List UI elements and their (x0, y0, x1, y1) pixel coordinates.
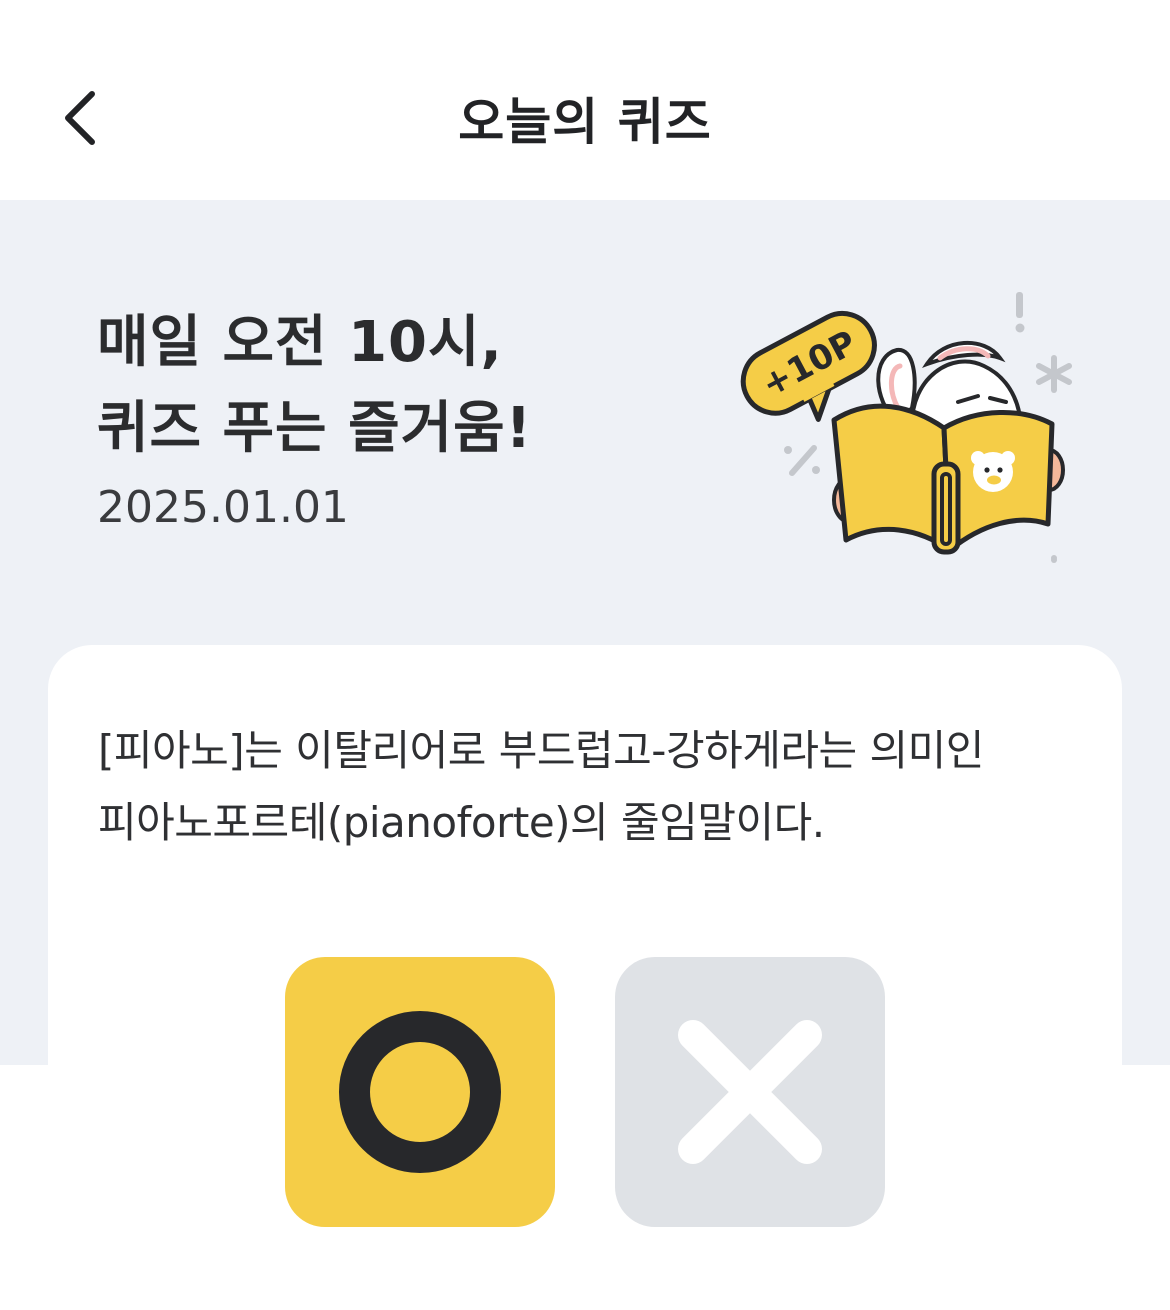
quiz-question-line2: 피아노포르테(pianoforte)의 줄임말이다. (98, 798, 825, 847)
answer-x-button[interactable] (615, 957, 885, 1227)
app-header: 오늘의 퀴즈 (0, 0, 1170, 200)
quiz-question: [피아노]는 이탈리어로 부드럽고-강하게라는 의미인 피아노포르테(piano… (98, 715, 1098, 859)
hero-heading-line2: 퀴즈 푸는 즐거움! (97, 396, 533, 461)
exclamation-mark (1016, 292, 1023, 318)
asterisk-star (1036, 355, 1072, 393)
rabbit-reading-book-illustration: +10P (740, 292, 1072, 563)
quiz-card: [피아노]는 이탈리어로 부드럽고-강하게라는 의미인 피아노포르테(piano… (48, 645, 1122, 1310)
percent-mark (784, 445, 820, 476)
hero-heading-line1: 매일 오전 10시, (97, 310, 503, 375)
circle-o-icon (339, 1011, 501, 1173)
quiz-question-line1: [피아노]는 이탈리어로 부드럽고-강하게라는 의미인 (98, 726, 984, 775)
hero-heading: 매일 오전 10시, 퀴즈 푸는 즐거움! (97, 300, 532, 472)
page-title: 오늘의 퀴즈 (458, 93, 712, 151)
quiz-date: 2025.01.01 (97, 482, 349, 533)
answer-o-button[interactable] (285, 957, 555, 1227)
exclamation-dot (1015, 323, 1025, 333)
x-mark-icon (678, 1020, 822, 1164)
book-spine (931, 461, 961, 555)
